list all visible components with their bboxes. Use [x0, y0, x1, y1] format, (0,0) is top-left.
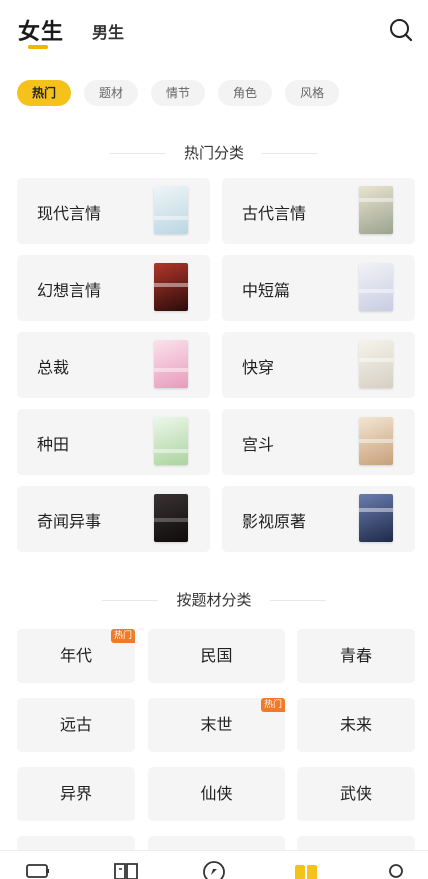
- book-cover-image: [359, 186, 393, 234]
- category-label: 总裁: [37, 358, 70, 377]
- theme-card[interactable]: 末世 热门: [148, 698, 285, 752]
- theme-card[interactable]: 青春: [297, 629, 415, 683]
- category-label: 现代言情: [37, 204, 102, 223]
- category-label: 快穿: [242, 358, 275, 377]
- theme-label: 民国: [200, 646, 233, 665]
- category-label: 奇闻异事: [37, 512, 102, 531]
- hot-section-title: 热门分类: [0, 141, 428, 165]
- hot-badge: 热门: [260, 698, 285, 712]
- category-label: 宫斗: [242, 435, 275, 454]
- filter-chip-theme[interactable]: 题材: [84, 80, 139, 106]
- book-cover-image: [359, 340, 393, 388]
- category-card[interactable]: 种田: [17, 409, 210, 475]
- theme-label: 未来: [339, 715, 372, 734]
- book-cover-image: [359, 417, 393, 465]
- category-card[interactable]: 宫斗: [222, 409, 415, 475]
- theme-label: 末世: [200, 715, 233, 734]
- book-cover-image: [359, 263, 393, 311]
- book-cover-image: [359, 494, 393, 542]
- profile-icon[interactable]: [383, 859, 409, 879]
- theme-section-title-text: 按题材分类: [166, 588, 262, 612]
- theme-card[interactable]: 年代 热门: [17, 629, 135, 683]
- book-cover-image: [154, 263, 188, 311]
- theme-card[interactable]: 仙侠: [148, 767, 285, 821]
- category-card[interactable]: 古代言情: [222, 178, 415, 244]
- theme-card[interactable]: 武侠: [297, 767, 415, 821]
- category-label: 古代言情: [242, 204, 307, 223]
- bottom-nav-bar: [0, 850, 428, 879]
- category-card[interactable]: 奇闻异事: [17, 486, 210, 552]
- compass-icon[interactable]: [201, 859, 227, 879]
- active-tab-indicator: [28, 45, 48, 49]
- tab-female[interactable]: 女生: [18, 14, 64, 46]
- hot-badge: 热门: [110, 629, 135, 643]
- category-card[interactable]: 快穿: [222, 332, 415, 398]
- category-label: 中短篇: [242, 281, 291, 300]
- theme-label: 青春: [339, 646, 372, 665]
- category-card[interactable]: 幻想言情: [17, 255, 210, 321]
- hot-section-title-text: 热门分类: [173, 141, 254, 165]
- filter-chip-style[interactable]: 风格: [285, 80, 340, 106]
- filter-chip-hot[interactable]: 热门: [17, 80, 72, 106]
- tab-male[interactable]: 男生: [92, 19, 124, 43]
- filter-chip-plot[interactable]: 情节: [151, 80, 206, 106]
- category-icon[interactable]: [293, 859, 319, 879]
- book-cover-image: [154, 494, 188, 542]
- category-card[interactable]: 中短篇: [222, 255, 415, 321]
- category-label: 幻想言情: [37, 281, 102, 300]
- theme-section-title: 按题材分类: [0, 588, 428, 612]
- category-card[interactable]: 总裁: [17, 332, 210, 398]
- book-open-icon[interactable]: [113, 859, 139, 879]
- category-card[interactable]: 现代言情: [17, 178, 210, 244]
- theme-card[interactable]: 民国: [148, 629, 285, 683]
- book-cover-image: [154, 340, 188, 388]
- category-label: 影视原著: [242, 512, 307, 531]
- category-label: 种田: [37, 435, 70, 454]
- theme-label: 仙侠: [200, 784, 233, 803]
- theme-card[interactable]: 未来: [297, 698, 415, 752]
- theme-card[interactable]: 远古: [17, 698, 135, 752]
- theme-label: 异界: [59, 784, 92, 803]
- search-icon[interactable]: [388, 17, 414, 43]
- book-cover-image: [154, 417, 188, 465]
- top-bar: 女生 男生: [0, 0, 428, 60]
- filter-chip-role[interactable]: 角色: [218, 80, 273, 106]
- theme-card[interactable]: 异界: [17, 767, 135, 821]
- divider-line: [110, 153, 166, 154]
- category-card[interactable]: 影视原著: [222, 486, 415, 552]
- filter-chip-bar: 热门 题材 情节 角色 风格: [17, 80, 340, 106]
- divider-line: [270, 600, 326, 601]
- divider-line: [262, 153, 318, 154]
- book-cover-image: [154, 186, 188, 234]
- theme-label: 武侠: [339, 784, 372, 803]
- divider-line: [102, 600, 158, 601]
- bookshelf-icon[interactable]: [25, 859, 51, 879]
- theme-label: 远古: [59, 715, 92, 734]
- theme-label: 年代: [59, 646, 92, 665]
